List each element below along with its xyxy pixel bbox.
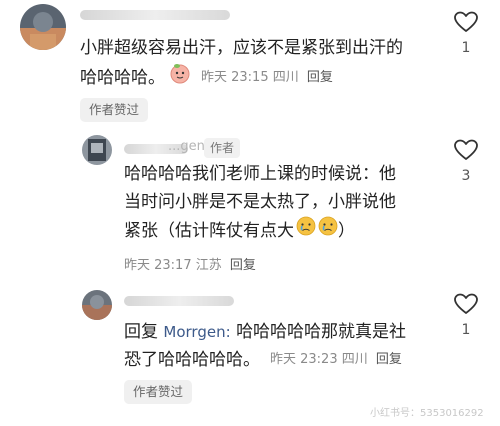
reply-prefix-label: 回复 <box>124 322 158 342</box>
reply-button[interactable]: 回复 <box>376 352 402 367</box>
username-blurred[interactable] <box>124 296 234 306</box>
comment-time-location: 昨天 23:15 四川 <box>201 69 299 85</box>
username-visible-part[interactable]: ...gen <box>168 139 205 154</box>
comment-time-location: 昨天 23:17 江苏 <box>124 258 222 273</box>
comment-text-line: 哈哈哈哈哈那就真是社 <box>236 322 407 342</box>
comment-meta: 昨天 23:17 江苏 回复 <box>124 254 256 273</box>
comment-text-line: 当时问小胖是不是太热了，小胖说他 <box>124 192 396 212</box>
avatar[interactable] <box>82 290 112 320</box>
comment-meta: 昨天 23:15 四川 回复 <box>201 64 333 92</box>
comment-body: 小胖超级容易出汗，应该不是紧张到出汗的 哈哈哈哈。 昨天 23:15 四川 回复 <box>80 34 440 93</box>
avatar-blurred-image <box>82 135 112 165</box>
author-liked-badge: 作者赞过 <box>80 98 149 122</box>
avatar[interactable] <box>20 4 66 50</box>
heart-outline-icon[interactable] <box>453 292 479 316</box>
like-count: 1 <box>461 40 471 56</box>
comment-time-location: 昨天 23:23 四川 <box>270 352 368 367</box>
username-blurred[interactable] <box>80 10 230 20</box>
mention-username-link[interactable]: Morrgen: <box>163 323 230 341</box>
comment-text-line: ） <box>338 220 355 241</box>
comment-text-line: 小胖超级容易出汗，应该不是紧张到出汗的 <box>80 38 403 58</box>
watermark-text: 小红书号：5353016292 <box>370 408 484 419</box>
comment-body: 回复 Morrgen: 哈哈哈哈哈那就真是社 恐了哈哈哈哈哈。 昨天 23:23… <box>124 318 444 374</box>
comment-text-line: 恐了哈哈哈哈哈。 <box>124 350 260 370</box>
like-count: 1 <box>461 322 471 338</box>
author-liked-badge: 作者赞过 <box>124 380 193 404</box>
comment-text-line: 哈哈哈哈。 <box>80 67 165 88</box>
crying-emoji-icon <box>318 216 338 245</box>
like-count: 3 <box>461 168 471 184</box>
reply-button[interactable]: 回复 <box>307 70 333 85</box>
author-tag: 作者 <box>204 138 241 158</box>
avatar-blurred-image <box>82 290 112 320</box>
heart-outline-icon[interactable] <box>453 138 479 162</box>
avatar[interactable] <box>82 135 112 165</box>
comment-body: 哈哈哈哈我们老师上课的时候说：他 当时问小胖是不是太热了，小胖说他 紧张（估计阵… <box>124 160 434 245</box>
comment-text-line: 哈哈哈哈我们老师上课的时候说：他 <box>124 164 396 184</box>
comment-meta: 昨天 23:23 四川 回复 <box>270 346 402 374</box>
heart-outline-icon[interactable] <box>453 10 479 34</box>
peach-sticker-icon <box>169 62 191 93</box>
comment-text-line: 紧张（估计阵仗有点大 <box>124 220 294 241</box>
avatar-blurred-image <box>20 4 66 50</box>
crying-emoji-icon <box>296 216 316 245</box>
reply-button[interactable]: 回复 <box>230 258 256 273</box>
